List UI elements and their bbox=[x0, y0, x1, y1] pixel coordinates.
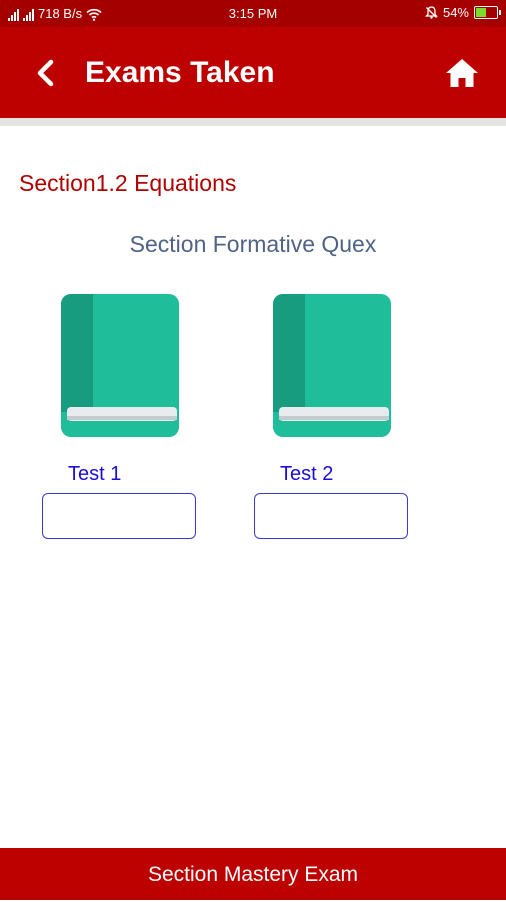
battery-icon bbox=[474, 6, 501, 19]
test-label: Test 2 bbox=[280, 463, 334, 485]
status-right: 54% bbox=[424, 5, 501, 20]
test-label: Test 1 bbox=[68, 463, 122, 485]
back-button[interactable] bbox=[30, 53, 62, 93]
quiz-label: Section Formative Quex bbox=[129, 231, 377, 257]
page-title: Exams Taken bbox=[85, 56, 275, 89]
header-divider bbox=[0, 118, 506, 126]
test-score-field[interactable] bbox=[254, 493, 408, 539]
section-mastery-exam-button[interactable]: Section Mastery Exam bbox=[0, 848, 506, 900]
home-icon bbox=[446, 59, 478, 87]
alarm-icon bbox=[424, 6, 438, 19]
app-header: Exams Taken bbox=[0, 27, 506, 118]
section-title: Section1.2 Equations bbox=[19, 170, 237, 196]
book-icon[interactable] bbox=[273, 294, 391, 437]
chevron-left-icon bbox=[37, 59, 54, 87]
book-icon[interactable] bbox=[61, 294, 179, 437]
battery-fill bbox=[476, 8, 486, 17]
home-button[interactable] bbox=[444, 55, 480, 91]
battery-percent: 54% bbox=[442, 5, 469, 20]
status-bar: 718 B/s 3:15 PM 54% bbox=[0, 0, 506, 27]
test-score-field[interactable] bbox=[42, 493, 196, 539]
